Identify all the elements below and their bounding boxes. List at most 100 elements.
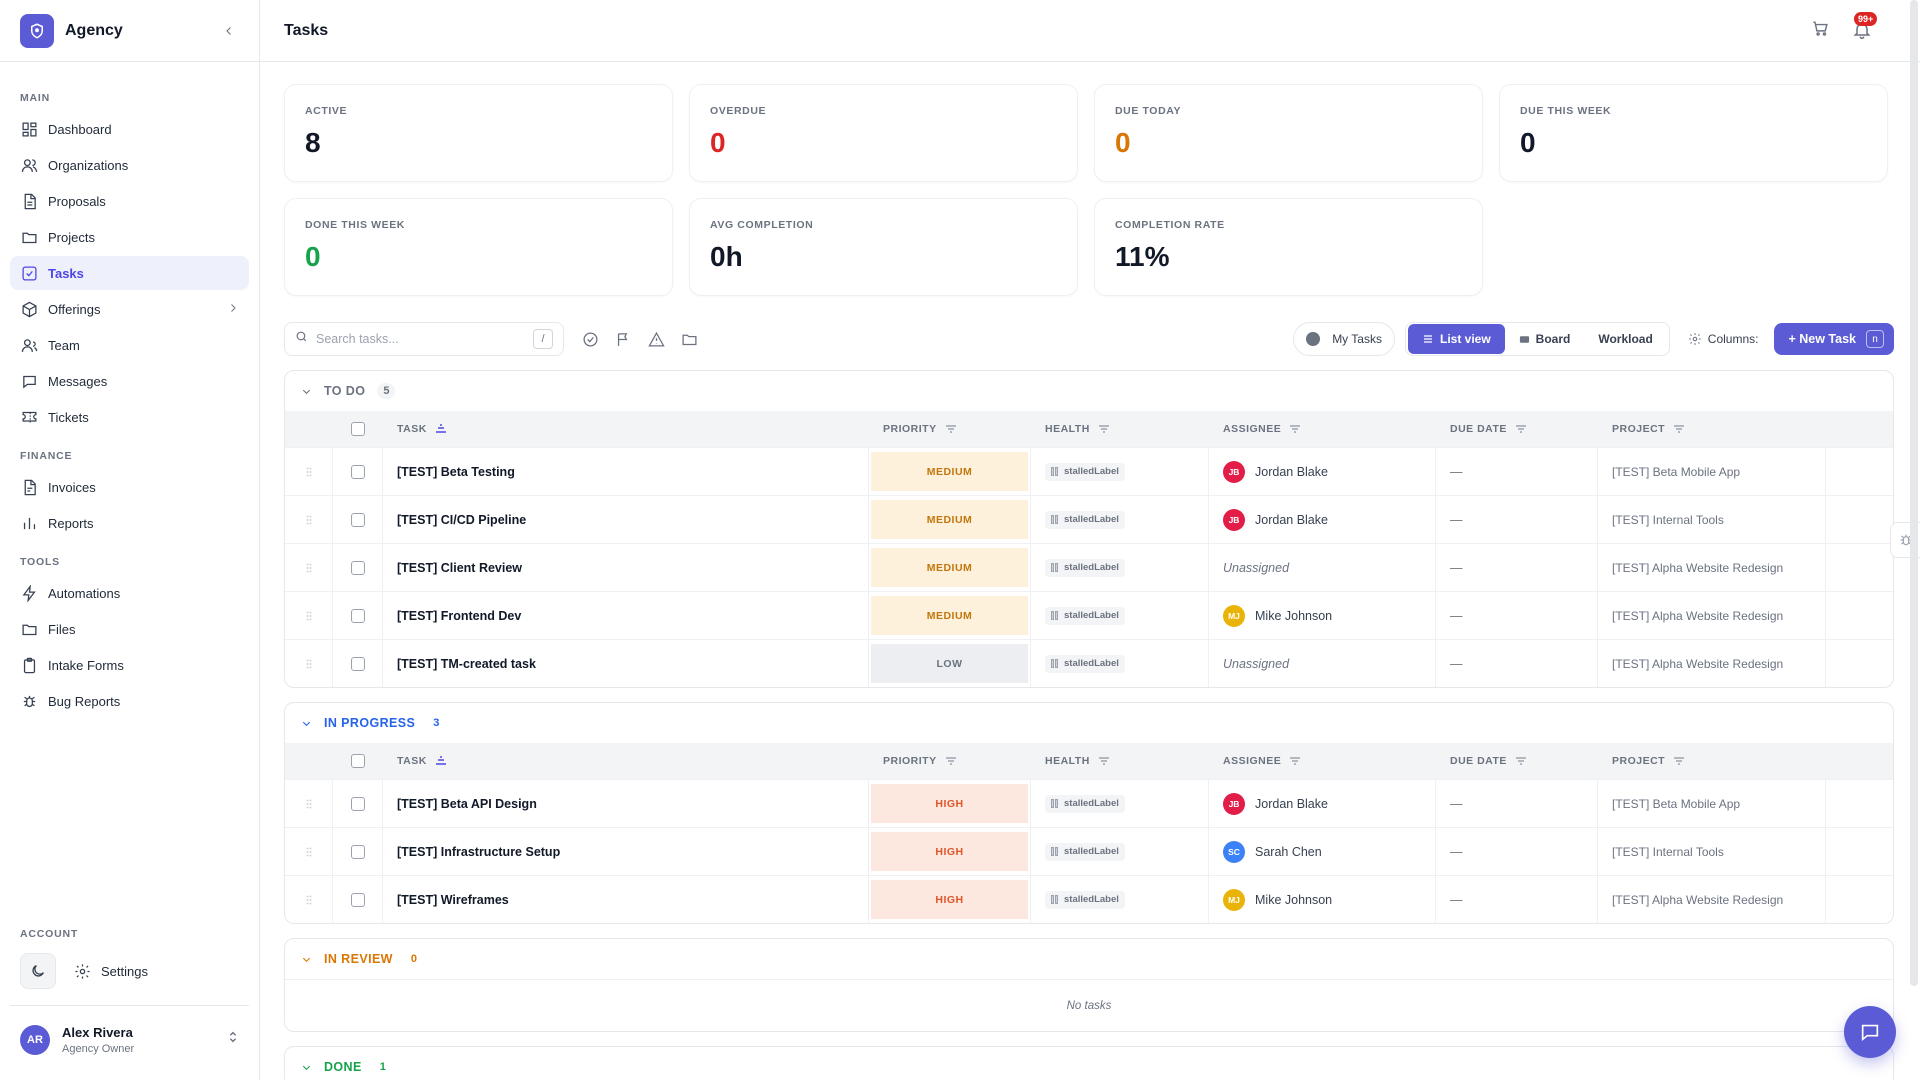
- assignee-cell[interactable]: JB Jordan Blake: [1209, 448, 1436, 495]
- group-header[interactable]: TO DO 5: [285, 371, 1893, 411]
- chevron-up-down-icon[interactable]: [227, 1030, 239, 1049]
- row-checkbox[interactable]: [350, 512, 365, 527]
- table-row[interactable]: [TEST] TM-created task LOW stalledLabel Una…: [285, 639, 1893, 687]
- column-header-project[interactable]: PROJECT: [1598, 423, 1826, 435]
- sidebar-item-files[interactable]: Files: [10, 612, 249, 646]
- sidebar-item-dashboard[interactable]: Dashboard: [10, 112, 249, 146]
- drag-handle-icon[interactable]: [285, 592, 333, 639]
- priority-cell[interactable]: MEDIUM: [869, 592, 1031, 639]
- group-header[interactable]: DONE 1: [285, 1047, 1893, 1080]
- due-date-cell[interactable]: —: [1436, 448, 1598, 495]
- drag-handle-icon[interactable]: [285, 876, 333, 923]
- sidebar-item-messages[interactable]: Messages: [10, 364, 249, 398]
- chevron-down-icon[interactable]: [301, 1062, 312, 1073]
- sidebar-item-tickets[interactable]: Tickets: [10, 400, 249, 434]
- due-date-cell[interactable]: —: [1436, 640, 1598, 687]
- assignee-cell[interactable]: MJ Mike Johnson: [1209, 876, 1436, 923]
- select-all-checkbox[interactable]: [351, 754, 365, 768]
- chevron-down-icon[interactable]: [301, 718, 312, 729]
- assignee-cell[interactable]: MJ Mike Johnson: [1209, 592, 1436, 639]
- column-header-priority[interactable]: PRIORITY: [869, 755, 1031, 767]
- priority-cell[interactable]: HIGH: [869, 876, 1031, 923]
- row-checkbox[interactable]: [350, 656, 365, 671]
- assignee-cell[interactable]: JB Jordan Blake: [1209, 780, 1436, 827]
- project-cell[interactable]: [TEST] Beta Mobile App: [1598, 780, 1826, 827]
- group-header[interactable]: IN REVIEW 0: [285, 939, 1893, 979]
- due-date-cell[interactable]: —: [1436, 592, 1598, 639]
- sidebar-item-invoices[interactable]: Invoices: [10, 470, 249, 504]
- assignee-cell[interactable]: Unassigned: [1209, 640, 1436, 687]
- task-title[interactable]: [TEST] Client Review: [383, 544, 869, 591]
- chat-message-icon[interactable]: [1844, 1006, 1896, 1058]
- assignee-cell[interactable]: JB Jordan Blake: [1209, 496, 1436, 543]
- settings-link[interactable]: Settings: [74, 963, 148, 980]
- row-checkbox[interactable]: [350, 608, 365, 623]
- my-tasks-toggle[interactable]: My Tasks: [1293, 322, 1395, 356]
- column-header-assignee[interactable]: ASSIGNEE: [1209, 755, 1436, 767]
- view-workload-button[interactable]: Workload: [1584, 324, 1666, 354]
- group-header[interactable]: IN PROGRESS 3: [285, 703, 1893, 743]
- project-cell[interactable]: [TEST] Alpha Website Redesign: [1598, 592, 1826, 639]
- due-date-cell[interactable]: —: [1436, 544, 1598, 591]
- project-cell[interactable]: [TEST] Alpha Website Redesign: [1598, 544, 1826, 591]
- column-header-project[interactable]: PROJECT: [1598, 755, 1826, 767]
- priority-cell[interactable]: HIGH: [869, 828, 1031, 875]
- collapse-sidebar-chevron-left-icon[interactable]: [219, 21, 239, 41]
- sidebar-item-intake-forms[interactable]: Intake Forms: [10, 648, 249, 682]
- priority-cell[interactable]: MEDIUM: [869, 496, 1031, 543]
- column-header-due-date[interactable]: DUE DATE: [1436, 423, 1598, 435]
- row-checkbox[interactable]: [350, 464, 365, 479]
- sidebar-item-organizations[interactable]: Organizations: [10, 148, 249, 182]
- view-board-button[interactable]: Board: [1505, 324, 1585, 354]
- table-row[interactable]: [TEST] Beta Testing MEDIUM stalledLabel JB J…: [285, 447, 1893, 495]
- table-row[interactable]: [TEST] Frontend Dev MEDIUM stalledLabel MJ M…: [285, 591, 1893, 639]
- due-date-cell[interactable]: —: [1436, 780, 1598, 827]
- theme-toggle-moon-icon[interactable]: [20, 953, 56, 989]
- drag-handle-icon[interactable]: [285, 496, 333, 543]
- column-header-health[interactable]: HEALTH: [1031, 755, 1209, 767]
- search-input[interactable]: [316, 332, 533, 346]
- table-row[interactable]: [TEST] CI/CD Pipeline MEDIUM stalledLabel J…: [285, 495, 1893, 543]
- project-cell[interactable]: [TEST] Beta Mobile App: [1598, 448, 1826, 495]
- chevron-down-icon[interactable]: [301, 954, 312, 965]
- select-all-checkbox[interactable]: [351, 422, 365, 436]
- sidebar-item-bug-reports[interactable]: Bug Reports: [10, 684, 249, 718]
- filter-priority-flag-icon[interactable]: [615, 331, 632, 348]
- row-checkbox[interactable]: [350, 892, 365, 907]
- drag-handle-icon[interactable]: [285, 780, 333, 827]
- chevron-down-icon[interactable]: [301, 386, 312, 397]
- filter-project-folder-icon[interactable]: [681, 331, 698, 348]
- project-cell[interactable]: [TEST] Alpha Website Redesign: [1598, 640, 1826, 687]
- task-title[interactable]: [TEST] TM-created task: [383, 640, 869, 687]
- new-task-button[interactable]: + New Task n: [1774, 323, 1894, 355]
- priority-cell[interactable]: HIGH: [869, 780, 1031, 827]
- drag-handle-icon[interactable]: [285, 544, 333, 591]
- sidebar-item-tasks[interactable]: Tasks: [10, 256, 249, 290]
- columns-button[interactable]: Columns:: [1688, 332, 1758, 346]
- notifications-bell-icon[interactable]: 99+: [1852, 11, 1878, 42]
- task-title[interactable]: [TEST] Frontend Dev: [383, 592, 869, 639]
- drag-handle-icon[interactable]: [285, 828, 333, 875]
- task-title[interactable]: [TEST] Beta Testing: [383, 448, 869, 495]
- row-checkbox[interactable]: [350, 844, 365, 859]
- column-header-task[interactable]: TASK: [383, 755, 869, 767]
- table-row[interactable]: [TEST] Infrastructure Setup HIGH stalledLa…: [285, 827, 1893, 875]
- view-list-view-button[interactable]: List view: [1407, 324, 1505, 354]
- table-row[interactable]: [TEST] Client Review MEDIUM stalledLabel Un…: [285, 543, 1893, 591]
- user-card[interactable]: AR Alex Rivera Agency Owner: [10, 1005, 249, 1073]
- sidebar-item-reports[interactable]: Reports: [10, 506, 249, 540]
- task-title[interactable]: [TEST] Beta API Design: [383, 780, 869, 827]
- row-checkbox[interactable]: [350, 796, 365, 811]
- project-cell[interactable]: [TEST] Internal Tools: [1598, 496, 1826, 543]
- drag-handle-icon[interactable]: [285, 640, 333, 687]
- priority-cell[interactable]: MEDIUM: [869, 448, 1031, 495]
- priority-cell[interactable]: MEDIUM: [869, 544, 1031, 591]
- priority-cell[interactable]: LOW: [869, 640, 1031, 687]
- project-cell[interactable]: [TEST] Internal Tools: [1598, 828, 1826, 875]
- task-title[interactable]: [TEST] Wireframes: [383, 876, 869, 923]
- task-title[interactable]: [TEST] Infrastructure Setup: [383, 828, 869, 875]
- drag-handle-icon[interactable]: [285, 448, 333, 495]
- cart-icon[interactable]: [1811, 19, 1830, 43]
- table-row[interactable]: [TEST] Wireframes HIGH stalledLabel MJ Mike …: [285, 875, 1893, 923]
- sidebar-item-offerings[interactable]: Offerings: [10, 292, 249, 326]
